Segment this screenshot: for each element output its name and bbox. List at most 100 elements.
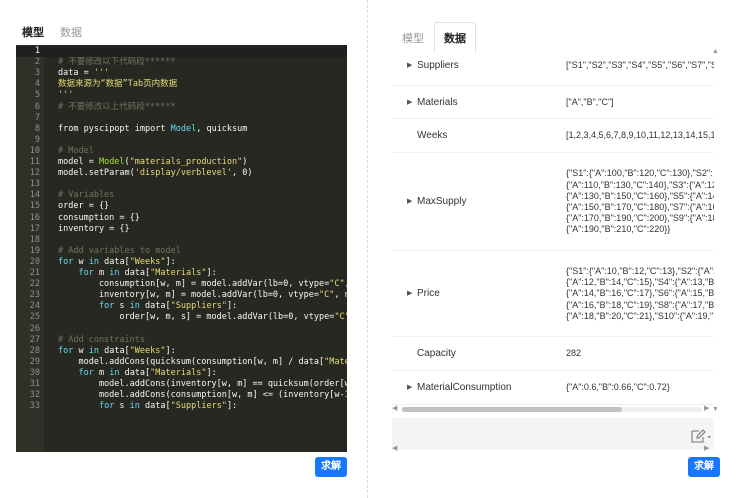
code-token: "Materials" <box>150 268 207 278</box>
table-row[interactable]: ▶ MaxSupply {"S1":{"A":100,"B":120,"C":130… <box>392 153 714 251</box>
code-token: for <box>98 301 115 312</box>
code-text: for m in data["Materials"]: <box>58 268 216 279</box>
code-token: "C" <box>329 279 345 290</box>
code-line[interactable]: 19 # Add variables to model <box>16 246 347 257</box>
code-text: # Model <box>58 146 94 157</box>
scroll-left-icon[interactable]: ◀ <box>392 404 397 412</box>
code-token: "Suppliers" <box>170 401 227 412</box>
code-token: ) <box>242 157 248 167</box>
edit-icon[interactable] <box>690 428 712 444</box>
expand-row-icon[interactable]: ▶ <box>407 98 412 106</box>
code-line[interactable]: 20 for w in data["Weeks"]: <box>16 257 347 268</box>
tab-data[interactable]: 数据 <box>52 20 90 44</box>
code-line[interactable]: 28 for w in data["Weeks"]: <box>16 346 347 357</box>
code-token: "Mate <box>324 356 347 367</box>
row-value: ["S1","S2","S3","S4","S5","S6","S7","S8"… <box>566 60 714 71</box>
code-line[interactable]: 4 数据来源为“数据”Tab页内数据 <box>16 79 347 90</box>
code-token: for <box>58 345 74 356</box>
table-row[interactable]: Weeks [1,2,3,4,5,6,7,8,9,10,11,12,13,14,1… <box>392 119 714 153</box>
code-token: s <box>114 401 130 412</box>
code-line[interactable]: 11 model = Model("materials_production") <box>16 157 347 168</box>
code-line[interactable]: 23 inventory[w, m] = model.addVar(lb=0, … <box>16 290 347 301</box>
code-line[interactable]: 8 from pyscipopt import Model, quicksum <box>16 124 347 135</box>
model-pane: 模型 数据 1 2 # 不要修改以下代码段****** 3 data = ''' 4 数据来… <box>0 0 367 498</box>
table-row[interactable]: ▶ MaterialConsumption {"A":0.6,"B":0.66,"C… <box>392 371 714 405</box>
table-row[interactable]: ▶ Price {"S1":{"A":10,"B":12,"C":13},"S2":… <box>392 251 714 337</box>
code-line[interactable]: 5 ''' <box>16 90 347 101</box>
code-token: # 不要修改以上代码段****** <box>58 101 176 112</box>
table-row[interactable]: ▶ Suppliers ["S1","S2","S3","S4","S5","S6"… <box>392 46 714 86</box>
line-number: 29 <box>29 356 40 367</box>
tab-model[interactable]: 模型 <box>14 20 52 44</box>
code-text: consumption[w, m] = model.addVar(lb=0, v… <box>58 279 347 290</box>
code-line[interactable]: 3 data = ''' <box>16 68 347 79</box>
code-line[interactable]: 6 # 不要修改以上代码段****** <box>16 102 347 113</box>
code-token: # Add constraints <box>58 334 145 345</box>
solve-button[interactable]: 求解 <box>688 457 720 477</box>
code-token: data = <box>58 68 94 79</box>
scroll-right-icon[interactable]: ▶ <box>704 404 709 412</box>
line-number: 28 <box>29 345 40 356</box>
code-token: in <box>129 401 140 412</box>
code-line[interactable]: 13 <box>16 179 347 190</box>
footer-scroll-right-icon[interactable]: ▶ <box>704 444 709 452</box>
footer-scroll-left-icon[interactable]: ◀ <box>392 444 397 452</box>
code-line[interactable]: 9 <box>16 135 347 146</box>
code-line[interactable]: 29 model.addCons(quicksum(consumption[w,… <box>16 357 347 368</box>
expand-row-icon[interactable]: ▶ <box>407 289 412 297</box>
code-line[interactable]: 17 inventory = {} <box>16 224 347 235</box>
line-number: 15 <box>29 201 40 212</box>
row-value: {"A":0.6,"B":0.66,"C":0.72} <box>566 382 670 393</box>
code-editor[interactable]: 1 2 # 不要修改以下代码段****** 3 data = ''' 4 数据来源为“数据”… <box>16 45 347 452</box>
code-token: data[ <box>98 345 130 356</box>
code-token: in <box>109 268 120 278</box>
code-token: data[ <box>119 367 151 378</box>
code-token: "Weeks" <box>129 345 166 356</box>
code-line[interactable]: 21 for m in data["Materials"]: <box>16 268 347 279</box>
code-token: Model <box>98 157 125 167</box>
code-line[interactable]: 12 model.setParam('display/verblevel', 0) <box>16 168 347 179</box>
code-token: w <box>73 256 89 267</box>
code-line[interactable]: 15 order = {} <box>16 201 347 212</box>
code-line[interactable]: 10 # Model <box>16 146 347 157</box>
code-line[interactable]: 33 for s in data["Suppliers"]: <box>16 401 347 412</box>
code-line[interactable]: 18 <box>16 235 347 246</box>
code-line[interactable]: 30 for m in data["Materials"]: <box>16 368 347 379</box>
code-line[interactable]: 25 order[w, m, s] = model.addVar(lb=0, v… <box>16 312 347 323</box>
scrollbar-thumb[interactable] <box>402 407 622 412</box>
code-token: for <box>78 268 94 278</box>
scroll-up-icon[interactable]: ▲ <box>712 48 719 55</box>
code-line[interactable]: 26 <box>16 324 347 335</box>
table-footer: ◀ ▶ <box>392 418 714 452</box>
code-line[interactable]: 1 <box>16 46 347 58</box>
horizontal-scrollbar[interactable]: ◀ ▶ <box>392 404 714 414</box>
line-number: 20 <box>29 256 40 267</box>
line-number: 32 <box>29 390 40 401</box>
data-table: ▶ Suppliers ["S1","S2","S3","S4","S5","S6"… <box>392 46 728 419</box>
code-line[interactable]: 32 model.addCons(consumption[w, m] <= (i… <box>16 390 347 401</box>
code-token: data[ <box>139 301 171 312</box>
code-token: for <box>98 401 115 412</box>
table-row[interactable]: ▶ Materials ["A","B","C"] <box>392 86 714 119</box>
expand-row-icon[interactable]: ▶ <box>407 61 412 69</box>
table-row[interactable]: Capacity 282 <box>392 337 714 371</box>
code-line[interactable]: 22 consumption[w, m] = model.addVar(lb=0… <box>16 279 347 290</box>
code-token: Model <box>170 123 197 134</box>
line-number: 12 <box>29 168 40 179</box>
code-line[interactable]: 14 # Variables <box>16 190 347 201</box>
expand-row-icon[interactable]: ▶ <box>407 197 412 205</box>
line-number: 16 <box>29 212 40 223</box>
code-token: data[ <box>98 256 130 267</box>
code-line[interactable]: 16 consumption = {} <box>16 213 347 224</box>
code-line[interactable]: 7 <box>16 113 347 124</box>
code-text: inventory = {} <box>58 224 130 235</box>
code-line[interactable]: 27 # Add constraints <box>16 335 347 346</box>
code-line[interactable]: 2 # 不要修改以下代码段****** <box>16 57 347 68</box>
code-line[interactable]: 31 model.addCons(inventory[w, m] == quic… <box>16 379 347 390</box>
code-token: from <box>58 123 79 134</box>
row-key: MaterialConsumption <box>417 382 512 393</box>
code-line[interactable]: 24 for s in data["Suppliers"]: <box>16 301 347 312</box>
expand-row-icon[interactable]: ▶ <box>407 383 412 391</box>
solve-button[interactable]: 求解 <box>315 457 347 477</box>
line-number: 33 <box>29 401 40 412</box>
